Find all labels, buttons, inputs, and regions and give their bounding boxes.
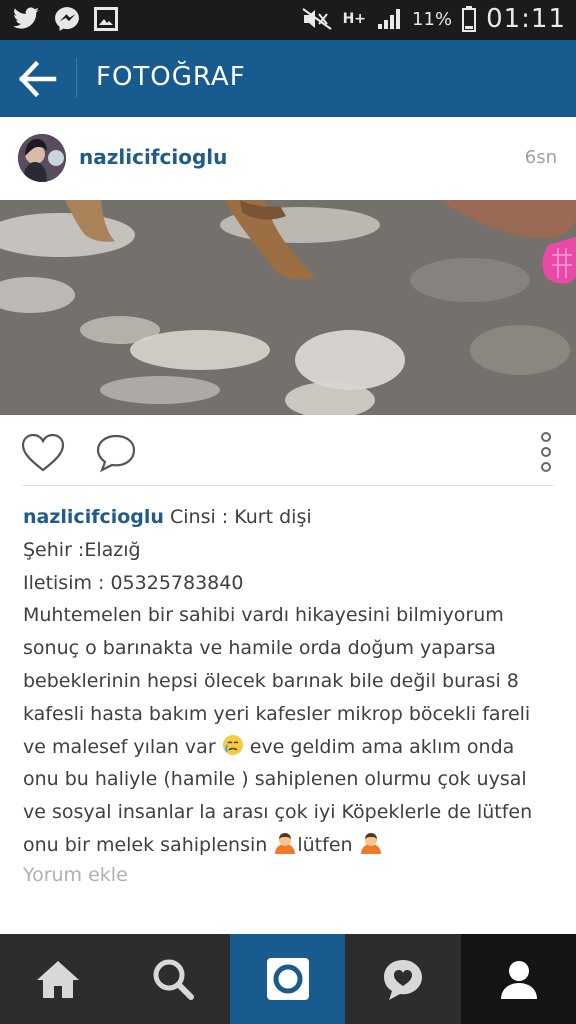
post-caption: nazlicifcioglu Cinsi : Kurt dişi Şehir :…: [23, 501, 563, 862]
add-comment-link[interactable]: Yorum ekle: [23, 864, 128, 886]
caption-line: sonuç o barınakta ve hamile orda doğum y…: [23, 637, 496, 660]
app-bar-divider: [76, 58, 77, 98]
caption-line: onu bu haliyle (hamile ) sahiplenen olur…: [23, 768, 527, 791]
avatar[interactable]: [18, 134, 66, 182]
caption-line: kafesli hasta bakım yeri kafesler mikrop…: [23, 702, 531, 725]
back-arrow-icon: [18, 60, 57, 98]
caption-line: Muhtemelen bir sahibi vardı hikayesini b…: [23, 604, 504, 627]
search-icon: [153, 959, 194, 1000]
person-bowing-emoji-icon: [360, 832, 381, 854]
bottom-nav: [0, 934, 576, 1024]
home-icon: [36, 961, 79, 998]
nav-home[interactable]: [0, 934, 115, 1024]
comment-icon: [96, 434, 136, 473]
signal-icon: [378, 9, 401, 29]
twitter-icon: [13, 7, 39, 29]
mute-icon: [302, 8, 332, 30]
post-header: nazlicifcioglu 6sn: [0, 117, 576, 200]
caption-line: Şehir :Elazığ: [23, 538, 141, 561]
actions-divider: [22, 485, 554, 486]
more-vertical-icon: [541, 432, 551, 472]
comment-button[interactable]: [94, 432, 138, 474]
caption-line: nazlicifcioglu Cinsi : Kurt dişi: [23, 506, 312, 528]
post-username[interactable]: nazlicifcioglu: [79, 145, 227, 169]
activity-icon: [383, 960, 422, 1000]
caption-line: ve malesef yılan var eve geldim ama aklı…: [23, 734, 515, 758]
nav-profile[interactable]: [461, 934, 576, 1024]
caption-line: ve sosyal insanlar la arası çok iyi Köpe…: [23, 801, 533, 824]
profile-icon: [500, 961, 537, 999]
app-bar: FOTOĞRAF: [0, 40, 576, 117]
battery-percent: 11%: [412, 8, 453, 30]
nav-search[interactable]: [115, 934, 230, 1024]
gallery-icon: [94, 7, 118, 31]
caption-line: bebeklerinin hepsi ölecek barınak bile d…: [23, 669, 519, 692]
clock: 01:11: [486, 4, 566, 34]
battery-icon: [462, 6, 477, 32]
like-button[interactable]: [20, 432, 66, 474]
post-photo[interactable]: [0, 200, 576, 415]
caption-username[interactable]: nazlicifcioglu: [23, 506, 164, 528]
caption-line: Iletisim : 05325783840: [23, 571, 244, 594]
person-bowing-emoji-icon: [275, 832, 296, 854]
messenger-icon: [55, 7, 79, 31]
camera-icon: [266, 958, 309, 1000]
nav-camera[interactable]: [230, 934, 345, 1024]
caption-line: onu bir melek sahiplensin lütfen: [23, 829, 563, 862]
more-options-button[interactable]: [532, 431, 560, 473]
crying-face-emoji-icon: [222, 734, 243, 755]
status-bar: H+ 11% 01:11: [0, 0, 576, 40]
page-title: FOTOĞRAF: [96, 62, 246, 92]
network-type: H+: [342, 10, 367, 27]
back-button[interactable]: [14, 58, 62, 100]
nav-activity[interactable]: [345, 934, 460, 1024]
post-timestamp: 6sn: [524, 147, 557, 168]
post-actions: [0, 415, 576, 485]
heart-icon: [21, 433, 65, 472]
